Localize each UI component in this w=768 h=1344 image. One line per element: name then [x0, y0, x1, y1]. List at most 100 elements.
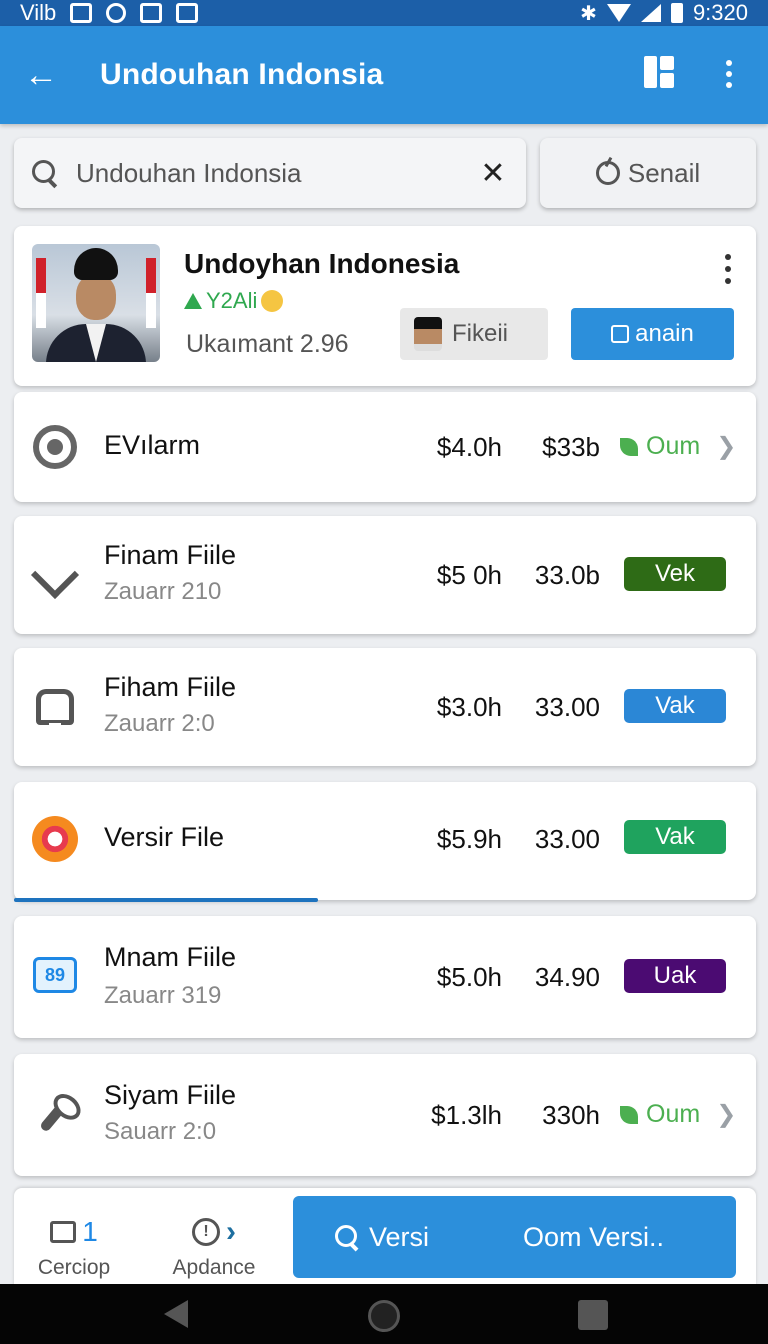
chevron-right-icon: ❯	[716, 433, 737, 460]
wrench-icon	[32, 1092, 78, 1138]
user-thumbnail	[414, 317, 442, 351]
nav-item-cerciop[interactable]: 1 Cerciop	[14, 1212, 134, 1280]
wifi-icon	[606, 4, 631, 22]
info-icon: !	[192, 1218, 220, 1246]
close-icon[interactable]: ✕	[478, 156, 508, 191]
calendar-icon: 89	[32, 952, 78, 998]
status-badge: Uak	[624, 959, 726, 993]
bus-icon	[32, 684, 78, 730]
list-item[interactable]: EVılarm $4.0h $33b Oum ❯	[14, 392, 756, 502]
leaf-icon	[620, 437, 638, 456]
list-item[interactable]: Versir File $5.9h 33.00 Vak	[14, 782, 756, 902]
triangle-icon	[184, 293, 202, 309]
nav-item-label: Apdance	[172, 1256, 256, 1279]
send-button-label: Senail	[627, 157, 701, 188]
page-title: Undouhan Indonsia	[100, 58, 384, 91]
search-icon	[32, 160, 58, 186]
list-item[interactable]: 89 Mnam Fiile Zauarr 319 $5.0h 34.90 Uak	[14, 916, 756, 1038]
overflow-menu-icon[interactable]	[714, 56, 744, 92]
edit-icon	[611, 325, 630, 343]
item-value-1: $3.0h	[436, 692, 502, 722]
search-version-button[interactable]: Versi	[335, 1222, 429, 1253]
profile-tag-label: Y2Ali	[206, 288, 258, 313]
signal-icon	[640, 4, 661, 22]
search-bar: ✕	[14, 138, 526, 208]
item-value-1: $5.0h	[436, 962, 502, 992]
status-badge: Vak	[624, 689, 726, 723]
item-value-2: 34.90	[534, 962, 600, 992]
system-home-icon[interactable]	[368, 1300, 400, 1332]
item-value-2: 33.00	[534, 692, 600, 722]
item-subtitle: Zauarr 319	[104, 982, 222, 1009]
clock: 9:320	[692, 0, 748, 25]
item-value-2: $33b	[542, 432, 600, 462]
item-status-label: Oum	[646, 1100, 701, 1128]
item-value-2: 330h	[542, 1100, 600, 1130]
list-item[interactable]: Fiham Fiile Zauarr 2:0 $3.0h 33.00 Vak	[14, 648, 756, 766]
login-button[interactable]: anain	[571, 308, 734, 360]
notification-icon	[70, 3, 93, 23]
system-nav-bar	[0, 1284, 768, 1344]
item-title: Finam Fiile	[104, 540, 237, 570]
item-value-1: $5 0h	[436, 560, 502, 590]
chevron-right-icon: ›	[226, 1215, 236, 1248]
bottom-bar: 1 Cerciop ! › Apdance Versi Oom Versi..	[14, 1188, 756, 1296]
system-back-icon[interactable]	[164, 1300, 188, 1328]
carrier-label: Vilb	[20, 0, 57, 25]
profile-card: Undoyhan Indonesia Y2Ali Ukaımant 2.96 F…	[14, 226, 756, 386]
item-title: Fiham Fiile	[104, 672, 237, 702]
user-chip-label: Fikeii	[452, 320, 509, 347]
item-subtitle: Zauarr 2:0	[104, 710, 215, 737]
mail-icon	[140, 3, 163, 23]
nav-item-apdance[interactable]: ! › Apdance	[154, 1212, 274, 1280]
nav-badge-count: 1	[82, 1216, 98, 1247]
nav-item-label: Cerciop	[37, 1256, 111, 1279]
item-subtitle: Sauarr 2:0	[104, 1118, 217, 1145]
chevron-right-icon: ❯	[716, 1101, 737, 1128]
status-badge: Vak	[624, 820, 726, 854]
search-icon	[335, 1225, 359, 1249]
item-value-1: $1.3lh	[431, 1100, 502, 1130]
item-value-2: 33.00	[534, 824, 600, 854]
item-title: Mnam Fiile	[104, 942, 237, 972]
sim-icon	[176, 3, 199, 23]
layout-icon[interactable]	[644, 56, 674, 88]
login-button-label: anain	[635, 320, 694, 347]
system-recents-icon[interactable]	[578, 1300, 608, 1330]
list-item[interactable]: Siyam Fiile Sauarr 2:0 $1.3lh 330h Oum ❯	[14, 1054, 756, 1176]
profile-tag: Y2Ali	[184, 288, 284, 314]
item-status-label: Oum	[646, 432, 701, 460]
item-value-1: $4.0h	[436, 432, 502, 462]
item-subtitle: Zauarr 210	[104, 578, 222, 605]
send-button[interactable]: Senail	[540, 138, 756, 208]
profile-subtitle: Ukaımant 2.96	[186, 330, 349, 358]
target-icon	[32, 816, 78, 862]
list-item[interactable]: Finam Fiile Zauarr 210 $5 0h 33.0b Vek	[14, 516, 756, 634]
open-version-button[interactable]: Oom Versi..	[523, 1222, 664, 1253]
card-menu-icon[interactable]	[718, 254, 738, 284]
search-input[interactable]	[76, 157, 478, 189]
share-arrow-icon	[30, 550, 80, 600]
back-arrow-icon[interactable]: ←	[0, 26, 82, 124]
app-bar: ← Undouhan Indonsia	[0, 26, 768, 124]
leaf-icon	[620, 1105, 638, 1124]
item-title: EVılarm	[104, 430, 201, 460]
status-badge: Vek	[624, 557, 726, 591]
item-status-link[interactable]: Oum ❯	[620, 432, 736, 461]
item-status-link[interactable]: Oum ❯	[620, 1100, 736, 1129]
primary-action-bar: Versi Oom Versi..	[293, 1196, 736, 1278]
sync-icon	[106, 3, 127, 23]
chat-icon	[50, 1221, 77, 1243]
item-title: Versir File	[104, 822, 225, 852]
profile-name: Undoyhan Indonesia	[184, 248, 460, 279]
avatar	[32, 244, 160, 362]
item-value-1: $5.9h	[436, 824, 502, 854]
item-value-2: 33.0b	[534, 560, 600, 590]
user-chip[interactable]: Fikeii	[400, 308, 548, 360]
status-bar: Vilb ✱ 9:320	[0, 0, 768, 26]
record-icon	[32, 424, 78, 470]
search-version-label: Versi	[369, 1221, 430, 1252]
emoji-icon	[261, 290, 284, 312]
battery-icon	[670, 3, 683, 23]
item-title: Siyam Fiile	[104, 1080, 237, 1110]
